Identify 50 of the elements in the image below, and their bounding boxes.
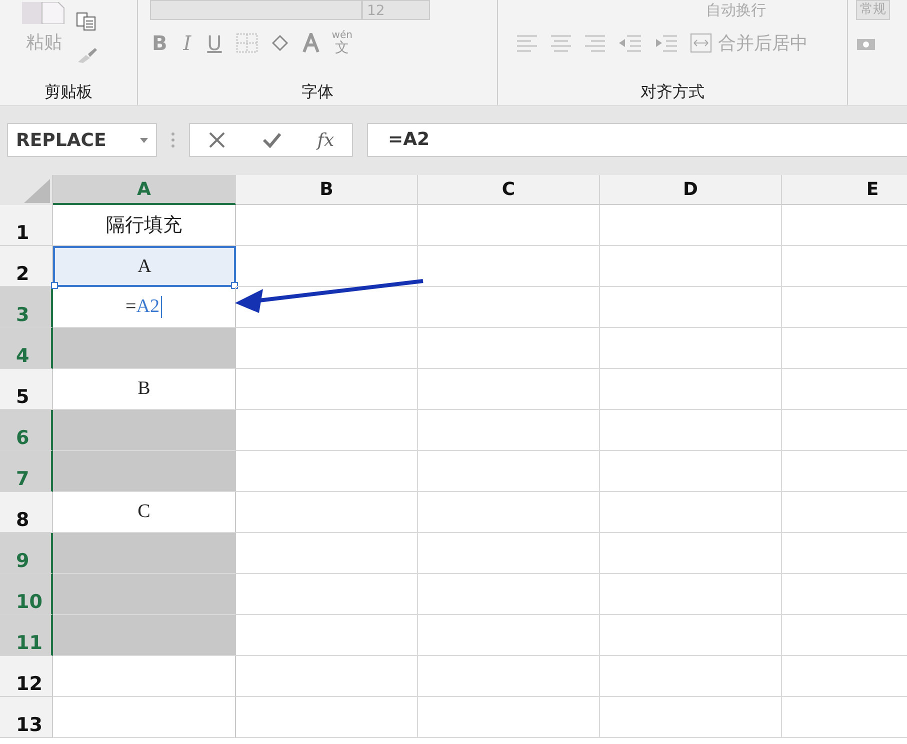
italic-button[interactable]: I [181, 31, 194, 55]
row-header[interactable]: 6 [0, 410, 53, 451]
row-header[interactable]: 4 [0, 328, 53, 369]
row-header[interactable]: 1 [0, 205, 53, 246]
table-cell: A [53, 246, 236, 287]
paste-label[interactable]: 粘贴 [26, 30, 62, 54]
row-header[interactable]: 7 [0, 451, 53, 492]
row-header[interactable]: 5 [0, 369, 53, 410]
row-header[interactable]: 12 [0, 656, 53, 697]
row-header[interactable]: 13 [0, 697, 53, 738]
group-label: 剪贴板 [44, 82, 92, 102]
column-header[interactable]: A [53, 175, 236, 205]
row-header[interactable]: 11 [0, 615, 53, 656]
decrease-indent-icon[interactable] [618, 33, 642, 53]
row-header[interactable]: 10 [0, 574, 53, 615]
wrap-text-button[interactable]: 自动换行 [706, 1, 766, 19]
name-box[interactable]: REPLACE [7, 123, 157, 157]
caret-icon[interactable] [140, 138, 148, 142]
cancel-icon[interactable] [208, 131, 226, 149]
column-header[interactable]: E [782, 175, 907, 205]
align-right-icon[interactable] [584, 33, 606, 53]
copy-icon[interactable] [76, 12, 98, 32]
row-header[interactable]: 8 [0, 492, 53, 533]
bold-button[interactable]: B [150, 31, 170, 55]
phonetic-button[interactable]: wén 文 [332, 31, 352, 55]
drag-handle-icon[interactable] [171, 131, 175, 149]
row-header[interactable]: 2 [0, 246, 53, 287]
align-center-icon[interactable] [550, 33, 572, 53]
font-color-icon[interactable] [302, 33, 320, 53]
formula-field[interactable]: =A2 [367, 123, 907, 157]
font-name-field[interactable] [150, 0, 362, 20]
insert-function-button[interactable]: fx [317, 130, 334, 150]
row-header[interactable]: 3 [0, 287, 53, 328]
merge-cells-icon [690, 33, 712, 53]
merge-center-button[interactable]: 合并后居中 [690, 31, 808, 55]
row-header[interactable]: 9 [0, 533, 53, 574]
column-header[interactable]: D [600, 175, 782, 205]
group-label: 字体 [302, 82, 334, 102]
select-all-corner[interactable] [0, 175, 53, 205]
column-header[interactable]: B [236, 175, 418, 205]
increase-indent-icon[interactable] [654, 33, 678, 53]
underline-button[interactable]: U [205, 31, 224, 55]
border-icon[interactable] [236, 33, 258, 53]
column-header[interactable]: C [418, 175, 600, 205]
group-label: 对齐方式 [640, 82, 704, 102]
brush-icon[interactable] [76, 46, 98, 64]
clipboard-icon[interactable] [22, 2, 66, 24]
check-icon[interactable] [262, 132, 282, 148]
align-left-icon[interactable] [516, 33, 538, 53]
fill-bucket-icon[interactable] [270, 33, 290, 53]
